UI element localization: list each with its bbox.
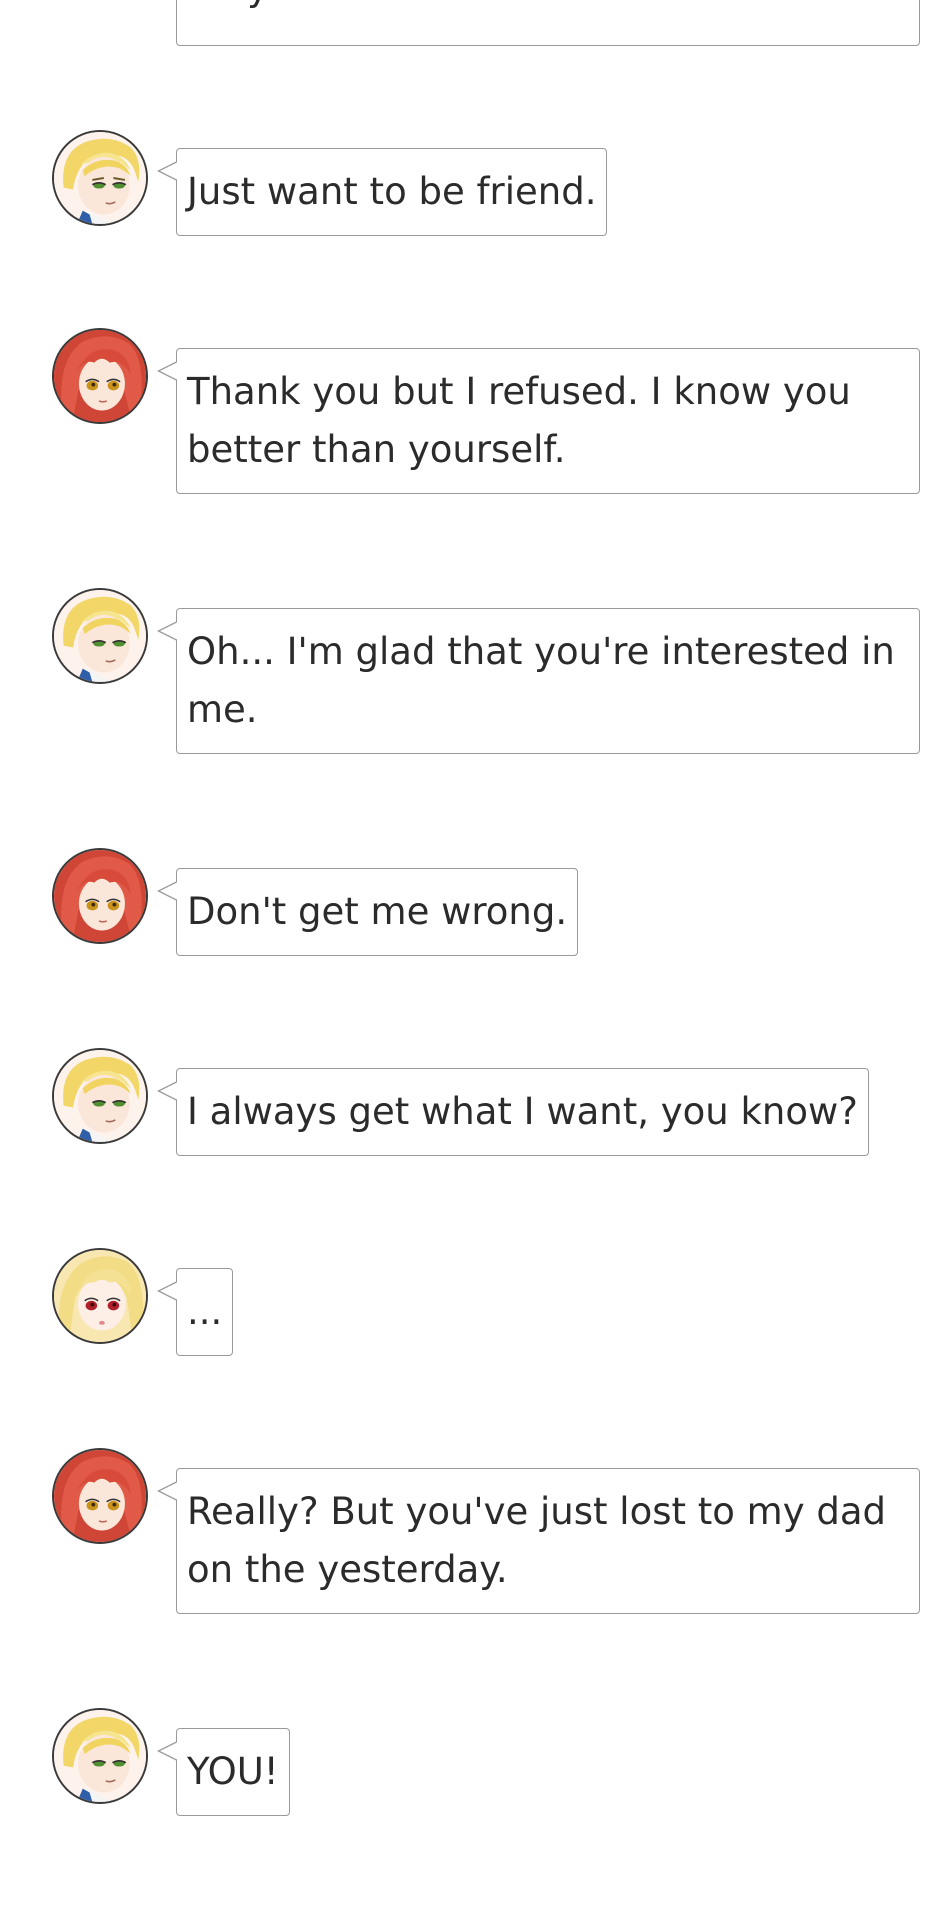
red-hair-girl-avatar-icon: [52, 1448, 148, 1544]
message-text: YOU!: [187, 1750, 279, 1793]
speech-bubble: Why?: [176, 0, 920, 46]
blonde-girl-avatar-icon: [52, 1248, 148, 1344]
speech-bubble: I always get what I want, you know?: [157, 1068, 869, 1156]
red-hair-girl-avatar-icon: [52, 328, 148, 424]
message-text: ...: [187, 1290, 223, 1333]
red-hair-girl-avatar-icon: [52, 848, 148, 944]
chat-transcript: Why? Just want to be fri: [0, 0, 940, 1914]
speech-bubble: YOU!: [157, 1728, 290, 1816]
blonde-boy-avatar-icon: [52, 588, 148, 684]
speech-bubble: Thank you but I refused. I know you bett…: [157, 348, 920, 494]
message-text: Really? But you've just lost to my dad o…: [187, 1490, 887, 1591]
speech-bubble: Don't get me wrong.: [156, 868, 579, 956]
speech-bubble: ...: [156, 1268, 234, 1356]
message-text: Thank you but I refused. I know you bett…: [187, 370, 851, 471]
message-text: Just want to be friend.: [187, 170, 597, 213]
speech-bubble: Really? But you've just lost to my dad o…: [157, 1468, 920, 1614]
message-text: I always get what I want, you know?: [187, 1090, 858, 1133]
blonde-boy-avatar-icon: [52, 1708, 148, 1804]
blonde-boy-avatar-icon: [52, 1048, 148, 1144]
speech-bubble: Oh... I'm glad that you're interested in…: [157, 608, 920, 754]
blonde-boy-avatar-icon: [52, 130, 148, 226]
message-text: Why?: [187, 0, 909, 17]
message-text: Don't get me wrong.: [187, 890, 568, 933]
message-text: Oh... I'm glad that you're interested in…: [187, 630, 895, 731]
speech-bubble: Just want to be friend.: [156, 148, 608, 236]
